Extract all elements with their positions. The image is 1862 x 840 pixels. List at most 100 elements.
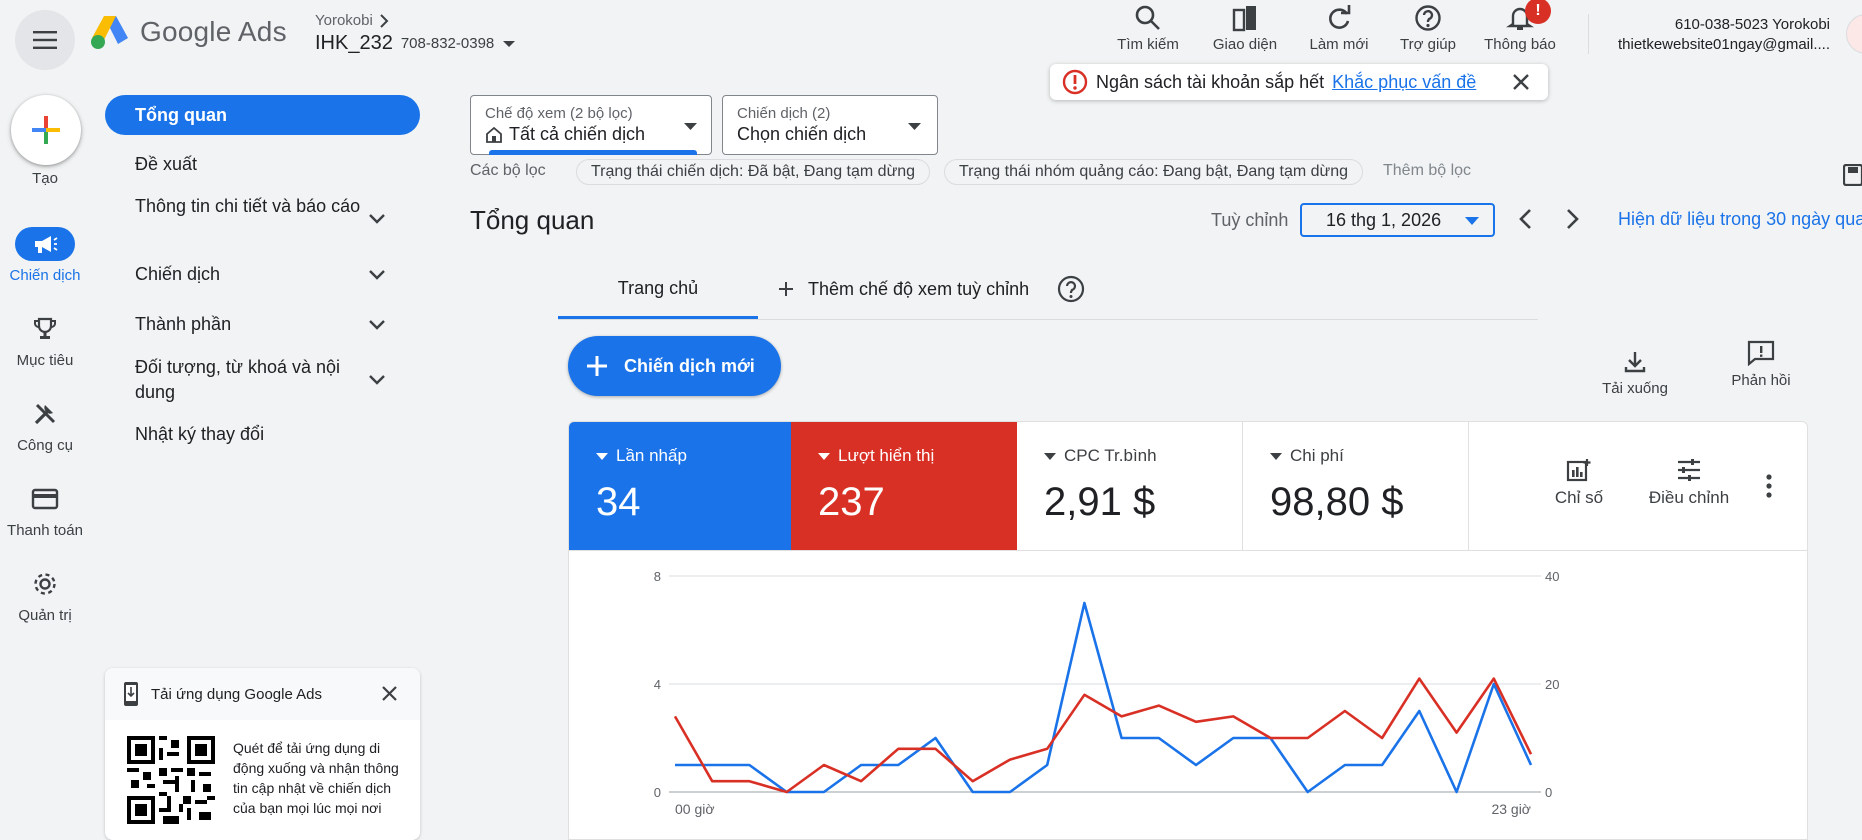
chevron-down-icon[interactable] (368, 319, 386, 330)
help-button[interactable]: Trợ giúp (1383, 4, 1473, 53)
appearance-icon (1232, 6, 1256, 32)
search-button[interactable]: Tìm kiếm (1103, 4, 1193, 53)
chevron-left-icon[interactable] (1518, 208, 1532, 230)
tab-add-custom-view[interactable]: Thêm chế độ xem tuỳ chỉnh (778, 263, 1085, 315)
caret-down-icon (818, 452, 830, 460)
add-chart-icon (1566, 459, 1591, 482)
adjust-button[interactable]: Điều chỉnh (1634, 458, 1744, 508)
app-card-text: Quét để tải ứng dụng di động xuống và nh… (233, 740, 399, 816)
qr-code (127, 736, 215, 824)
y-left-tick-label: 8 (654, 569, 661, 584)
chevron-right-icon (380, 13, 389, 28)
metric-impressions[interactable]: Lượt hiển thị 237 (791, 422, 1017, 550)
notifications-button[interactable]: Thông báo ! (1475, 0, 1565, 53)
avatar[interactable] (1846, 14, 1862, 54)
nav-item-change-history[interactable]: Nhật ký thay đổi (135, 422, 375, 447)
refresh-icon (1329, 5, 1351, 29)
metrics-button[interactable]: Chỉ số (1539, 458, 1619, 508)
save-icon[interactable] (1843, 164, 1862, 186)
main-menu-button[interactable] (15, 10, 75, 70)
user-email: thietkewebsite01ngay@gmail.... (1617, 36, 1830, 53)
appearance-label: Giao diện (1212, 36, 1278, 53)
chevron-down-icon[interactable] (368, 213, 386, 224)
metric-cost-label: Chi phí (1290, 446, 1344, 465)
caret-down-icon (908, 123, 921, 130)
tools-icon (34, 403, 56, 425)
help-icon[interactable] (1057, 275, 1085, 303)
chevron-right-icon[interactable] (1566, 208, 1580, 230)
campaign-filter-label: Chiến dịch (2) (737, 105, 831, 122)
megaphone-icon (35, 236, 58, 253)
alert-fix-link[interactable]: Khắc phục vấn đề (1332, 72, 1476, 93)
refresh-button[interactable]: Làm mới (1294, 4, 1384, 53)
add-filter-button[interactable]: Thêm bộ lọc (1383, 162, 1471, 180)
tab-home[interactable]: Trang chủ (558, 263, 758, 319)
metric-clicks[interactable]: Lần nhấp 34 (569, 422, 791, 550)
nav-item-audiences-keywords[interactable]: Đối tượng, từ khoá và nội dung (135, 355, 375, 405)
performance-chart: 0 0 4 20 8 40 00 giờ 23 giờ (654, 569, 1560, 817)
nav-item-campaigns[interactable]: Chiến dịch (135, 262, 375, 287)
filters-label: Các bộ lọc (470, 162, 546, 179)
caret-down-icon[interactable] (502, 40, 516, 48)
nav-item-insights-reports[interactable]: Thông tin chi tiết và báo cáo (135, 194, 375, 219)
google-ads-logo[interactable]: Google Ads (90, 14, 287, 50)
y-left-tick-label: 4 (654, 677, 661, 692)
download-label: Tải xuống (1602, 380, 1668, 397)
rail-label-campaigns: Chiến dịch (9, 267, 81, 284)
app-download-card: Tải ứng dụng Google Ads Quét để tải ứng … (105, 668, 420, 840)
feedback-button[interactable]: Phản hồi (1716, 340, 1806, 389)
nav-item-assets[interactable]: Thành phần (135, 312, 375, 337)
show-data-link[interactable]: Hiện dữ liệu trong 30 ngày qua (1618, 209, 1862, 230)
caret-down-icon (1270, 452, 1282, 460)
plus-color-icon (32, 116, 60, 144)
close-icon[interactable] (1512, 73, 1530, 91)
filter-chip-adgroup-status[interactable]: Trạng thái nhóm quảng cáo: Đang bật, Đan… (944, 159, 1364, 185)
view-filter-select[interactable]: Chế độ xem (2 bộ lọc) Tất cả chiến dịch (470, 95, 712, 155)
nav-item-recommendations[interactable]: Đề xuất (135, 152, 375, 177)
plus-icon (587, 356, 607, 376)
help-label: Trợ giúp (1400, 36, 1456, 53)
close-icon[interactable] (381, 685, 398, 702)
more-vert-icon[interactable] (1765, 474, 1773, 498)
rail-item-campaigns[interactable]: Chiến dịch (0, 227, 90, 284)
download-button[interactable]: Tải xuống (1590, 350, 1680, 397)
adjust-label: Điều chỉnh (1648, 488, 1730, 507)
y-right-tick-label: 0 (1545, 785, 1552, 800)
feedback-label: Phản hồi (1731, 372, 1791, 389)
chevron-down-icon[interactable] (368, 269, 386, 280)
chevron-down-icon[interactable] (368, 374, 386, 385)
top-bar: Google Ads Yorokobi IHK_232 708-832-0398… (0, 0, 1862, 72)
date-picker[interactable]: 16 thg 1, 2026 (1300, 203, 1495, 237)
tab-add-label: Thêm chế độ xem tuỳ chỉnh (808, 279, 1030, 299)
metric-cost[interactable]: Chi phí 98,80 $ (1243, 422, 1469, 550)
account-switcher[interactable]: Yorokobi IHK_232 708-832-0398 (315, 12, 516, 55)
campaign-filter-select[interactable]: Chiến dịch (2) Chọn chiến dịch (722, 95, 938, 155)
create-button[interactable] (11, 95, 81, 165)
user-account[interactable]: 610-038-5023 Yorokobi thietkewebsite01ng… (1618, 15, 1830, 55)
rail-item-admin[interactable]: Quản trị (0, 567, 90, 624)
y-left-tick-label: 0 (654, 785, 661, 800)
filter-chip-campaign-status[interactable]: Trạng thái chiến dịch: Đã bật, Đang tạm … (576, 159, 931, 185)
rail-item-tools[interactable]: Công cụ (0, 397, 90, 454)
date-range-label: Tuỳ chỉnh (1211, 210, 1289, 230)
metric-clicks-label: Lần nhấp (616, 446, 687, 465)
metric-avg-cpc-label: CPC Tr.bình (1064, 446, 1157, 465)
home-icon (486, 126, 502, 143)
google-ads-logo-icon (91, 16, 128, 49)
rail-item-billing[interactable]: Thanh toán (0, 482, 90, 539)
download-icon (1624, 352, 1646, 373)
nav-item-overview[interactable]: Tổng quan (105, 95, 420, 135)
new-campaign-button[interactable]: Chiến dịch mới (568, 336, 781, 396)
notifications-label: Thông báo (1484, 36, 1556, 53)
refresh-label: Làm mới (1309, 36, 1369, 53)
active-indicator (489, 150, 697, 155)
appearance-button[interactable]: Giao diện (1200, 4, 1290, 53)
caret-down-icon (684, 123, 697, 130)
feedback-icon (1747, 340, 1775, 366)
rail-item-goals[interactable]: Mục tiêu (0, 312, 90, 369)
metric-avg-cpc[interactable]: CPC Tr.bình 2,91 $ (1017, 422, 1243, 550)
tune-icon (1678, 459, 1700, 481)
caret-down-icon (596, 452, 608, 460)
account-name: IHK_232 (315, 32, 393, 54)
search-icon (1135, 5, 1160, 30)
